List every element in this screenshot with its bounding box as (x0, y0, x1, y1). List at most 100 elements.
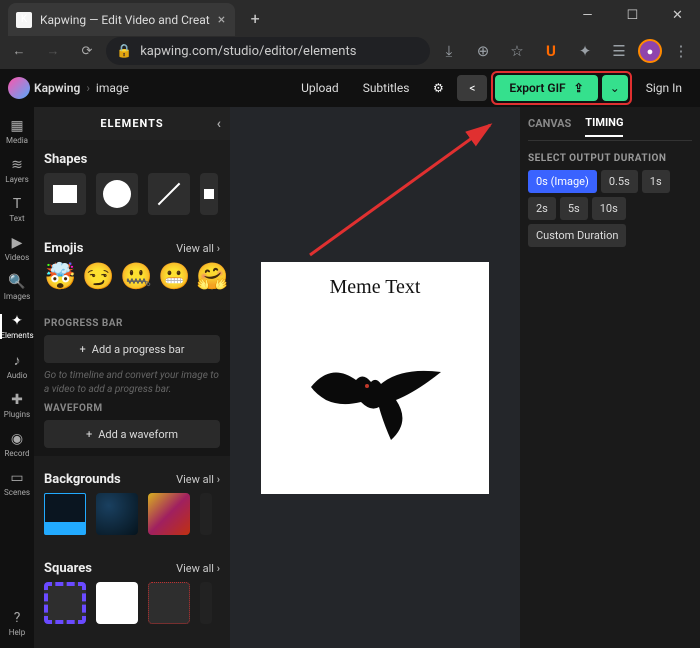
browser-menu-icon[interactable]: ⋮ (666, 36, 696, 66)
chevron-down-icon: ⌄ (610, 81, 620, 95)
backgrounds-viewall[interactable]: View all › (176, 473, 220, 486)
close-tab-icon[interactable]: × (218, 12, 225, 28)
shape-square-small[interactable] (200, 173, 218, 215)
rail-scenes[interactable]: ▭Scenes (0, 465, 34, 502)
reload-button[interactable]: ⟳ (72, 36, 102, 66)
shape-rectangle[interactable] (44, 173, 86, 215)
square-item[interactable] (96, 582, 138, 624)
audio-icon: ♪ (14, 352, 21, 369)
background-item[interactable] (148, 493, 190, 535)
rail-label: Layers (5, 175, 28, 184)
rail-audio[interactable]: ♪Audio (0, 347, 34, 385)
gear-icon: ⚙ (433, 81, 444, 95)
rail-record[interactable]: ◉Record (0, 426, 34, 463)
duration-option[interactable]: 5s (560, 197, 588, 220)
plus-icon: + (86, 428, 92, 441)
square-item[interactable] (148, 582, 190, 624)
emojis-viewall[interactable]: View all › (176, 242, 220, 255)
profile-avatar[interactable]: ● (638, 39, 662, 63)
emoji-item[interactable]: 🤯 (44, 262, 72, 292)
annotation-arrow-icon (300, 115, 500, 265)
forward-button[interactable]: → (38, 36, 68, 66)
duration-option[interactable]: 2s (528, 197, 556, 220)
favicon-icon: K (16, 12, 32, 28)
address-bar[interactable]: 🔒 kapwing.com/studio/editor/elements (106, 37, 430, 65)
section-squares-title: Squares (44, 561, 92, 576)
meme-text[interactable]: Meme Text (261, 262, 489, 299)
canvas-area[interactable]: Meme Text (230, 107, 520, 648)
breadcrumb-app[interactable]: Kapwing (34, 81, 80, 95)
help-icon: ? (14, 610, 21, 626)
chevron-right-icon: › (86, 81, 90, 95)
rail-label: Plugins (4, 410, 30, 419)
tab-timing[interactable]: TIMING (585, 116, 623, 137)
app-topbar: Kapwing › image Upload Subtitles ⚙ < Exp… (0, 69, 700, 107)
emoji-item[interactable]: 😏 (82, 262, 110, 292)
share-button[interactable]: < (457, 75, 487, 101)
rail-elements[interactable]: ✦Elements (0, 308, 34, 345)
rail-images[interactable]: 🔍Images (0, 269, 34, 306)
ublock-extension-icon[interactable]: U (536, 36, 566, 66)
rail-plugins[interactable]: ✚Plugins (0, 387, 34, 424)
shape-line[interactable] (148, 173, 190, 215)
breadcrumb-item[interactable]: image (96, 81, 129, 95)
elements-panel: ELEMENTS ‹ Shapes Emojis View all › 🤯😏🤐😬… (34, 107, 230, 648)
canvas[interactable]: Meme Text (261, 262, 489, 494)
bird-image[interactable] (301, 352, 451, 442)
text-icon: T (13, 196, 21, 212)
rail-label: Help (9, 628, 25, 637)
back-button[interactable]: ← (4, 36, 34, 66)
maximize-button[interactable]: ☐ (610, 0, 655, 30)
add-progress-button[interactable]: + Add a progress bar (44, 335, 220, 363)
emoji-item[interactable]: 😬 (158, 262, 186, 292)
upload-link[interactable]: Upload (291, 81, 349, 95)
breadcrumb: Kapwing › image (34, 81, 129, 95)
minimize-button[interactable]: — (565, 0, 610, 30)
duration-option[interactable]: 0.5s (601, 170, 638, 193)
media-icon: ▦ (10, 118, 23, 134)
emoji-item[interactable]: 🤗 (196, 262, 214, 292)
duration-option[interactable]: 1s (642, 170, 670, 193)
subtitles-link[interactable]: Subtitles (353, 81, 420, 95)
shape-circle[interactable] (96, 173, 138, 215)
lock-icon: 🔒 (116, 44, 132, 59)
rail-help[interactable]: ? Help (0, 605, 34, 642)
zoom-icon[interactable]: ⊕ (468, 36, 498, 66)
window-titlebar: K Kapwing — Edit Video and Creat × + — ☐… (0, 0, 700, 33)
add-waveform-button[interactable]: + Add a waveform (44, 420, 220, 448)
reading-list-icon[interactable]: ☰ (604, 36, 634, 66)
export-dropdown[interactable]: ⌄ (602, 75, 628, 101)
duration-option[interactable]: Custom Duration (528, 224, 626, 247)
background-item[interactable] (96, 493, 138, 535)
browser-tab[interactable]: K Kapwing — Edit Video and Creat × (8, 3, 235, 36)
extensions-icon[interactable]: ✦ (570, 36, 600, 66)
record-icon: ◉ (11, 431, 23, 447)
install-app-icon[interactable]: ⤓ (434, 36, 464, 66)
bookmark-icon[interactable]: ☆ (502, 36, 532, 66)
new-tab-button[interactable]: + (241, 4, 269, 32)
section-waveform-title: WAVEFORM (44, 403, 220, 414)
rail-media[interactable]: ▦Media (0, 113, 34, 150)
duration-option[interactable]: 10s (592, 197, 626, 220)
emoji-item[interactable]: 🤐 (120, 262, 148, 292)
square-item[interactable] (44, 582, 86, 624)
tab-title: Kapwing — Edit Video and Creat (40, 13, 210, 27)
duration-option[interactable]: 0s (Image) (528, 170, 597, 193)
rail-videos[interactable]: ▶Videos (0, 230, 34, 267)
close-window-button[interactable]: ✕ (655, 0, 700, 30)
settings-button[interactable]: ⚙ (423, 75, 453, 101)
collapse-panel-icon[interactable]: ‹ (217, 116, 222, 132)
section-shapes-title: Shapes (44, 152, 87, 167)
square-item[interactable] (200, 582, 212, 624)
rail-text[interactable]: TText (0, 191, 34, 228)
workspace-avatar[interactable] (8, 77, 30, 99)
rail-layers[interactable]: ≋Layers (0, 152, 34, 189)
background-item[interactable] (200, 493, 212, 535)
sign-in-link[interactable]: Sign In (636, 81, 692, 95)
tab-canvas[interactable]: CANVAS (528, 117, 571, 136)
export-button[interactable]: Export GIF ⇪ (495, 75, 597, 101)
duration-label: SELECT OUTPUT DURATION (528, 153, 692, 164)
left-rail: ▦Media≋LayersTText▶Videos🔍Images✦Element… (0, 107, 34, 648)
squares-viewall[interactable]: View all › (176, 562, 220, 575)
background-item[interactable] (44, 493, 86, 535)
